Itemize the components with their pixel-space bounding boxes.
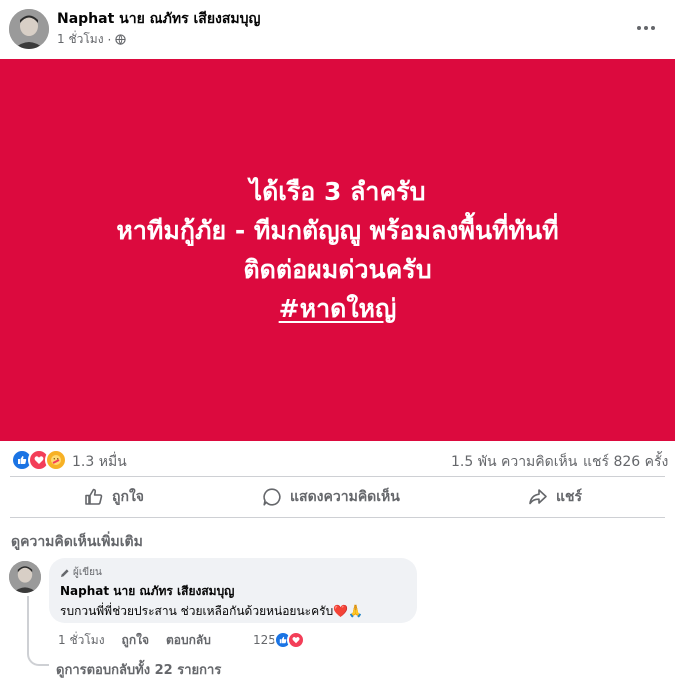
divider — [10, 476, 665, 477]
like-label: ถูกใจ — [112, 489, 144, 505]
author-badge: ผู้เขียน — [60, 565, 102, 580]
comment-body: รบกวนพี่พี่ช่วยประสาน ช่วยเหลือกันด้วยหน… — [60, 604, 334, 618]
divider — [10, 517, 665, 518]
comment-count[interactable]: 1.5 พัน ความคิดเห็น — [451, 451, 577, 473]
post-banner[interactable]: ได้เรือ 3 ลำครับ หาทีมกู้ภัย - ทีมกตัญญู… — [0, 59, 675, 441]
post-meta: 1 ชั่วโมง · — [57, 30, 127, 49]
post-header: Naphat นาย ณภัทร เสียงสมบุญ 1 ชั่วโมง · — [0, 0, 675, 58]
comment-text: รบกวนพี่พี่ช่วยประสาน ช่วยเหลือกันด้วยหน… — [60, 602, 363, 621]
author-badge-label: ผู้เขียน — [73, 567, 102, 578]
post-stats: 1.3 หมื่น 1.5 พัน ความคิดเห็น แชร์ 826 ค… — [0, 445, 675, 473]
pencil-icon — [61, 568, 69, 577]
share-arrow-icon — [529, 489, 547, 505]
comment-bubble-icon — [263, 488, 281, 506]
author-name[interactable]: Naphat นาย ณภัทร เสียงสมบุญ — [57, 8, 260, 30]
thread-line — [27, 596, 49, 666]
share-button[interactable]: แชร์ — [528, 481, 582, 513]
like-button[interactable]: ถูกใจ — [84, 481, 144, 513]
comment-label: แสดงความคิดเห็น — [290, 489, 400, 505]
banner-line-1: ได้เรือ 3 ลำครับ — [249, 177, 426, 206]
banner-line-3: ติดต่อผมด่วนครับ — [243, 255, 432, 284]
comment-bubble: ผู้เขียน Naphat นาย ณภัทร เสียงสมบุญ รบก… — [49, 558, 417, 623]
thumbs-up-icon — [85, 488, 103, 505]
post-time[interactable]: 1 ชั่วโมง — [57, 30, 104, 49]
comment-meta: 1 ชั่วโมง ถูกใจ ตอบกลับ — [58, 631, 228, 650]
globe-icon — [115, 34, 127, 45]
comment-like-button[interactable]: ถูกใจ — [122, 631, 149, 650]
reaction-count[interactable]: 1.3 หมื่น — [72, 451, 127, 473]
author-avatar[interactable] — [9, 9, 49, 49]
comment-reaction-count: 125 — [253, 633, 276, 647]
view-replies-link[interactable]: ดูการตอบกลับทั้ง 22 รายการ — [56, 659, 221, 680]
ellipsis-icon[interactable] — [632, 14, 660, 42]
view-more-comments[interactable]: ดูความคิดเห็นเพิ่มเติม — [11, 531, 143, 553]
share-count[interactable]: แชร์ 826 ครั้ง — [583, 451, 668, 473]
comment-reply-button[interactable]: ตอบกลับ — [166, 631, 211, 650]
comment-emoji: ❤️🙏 — [333, 604, 364, 618]
comment-reactions[interactable]: 125 — [253, 631, 305, 649]
hashtag-link[interactable]: #หาดใหญ่ — [279, 289, 397, 328]
comment-button[interactable]: แสดงความคิดเห็น — [262, 481, 400, 513]
commenter-avatar[interactable] — [9, 561, 41, 593]
action-bar: ถูกใจ แสดงความคิดเห็น แชร์ — [0, 481, 675, 513]
love-icon — [286, 631, 305, 649]
share-label: แชร์ — [556, 489, 583, 505]
comment-time[interactable]: 1 ชั่วโมง — [58, 631, 105, 650]
banner-line-2: หาทีมกู้ภัย - ทีมกตัญญู พร้อมลงพื้นที่ทั… — [116, 216, 559, 245]
comment-author[interactable]: Naphat นาย ณภัทร เสียงสมบุญ — [60, 582, 234, 601]
reaction-summary[interactable] — [11, 449, 67, 471]
care-icon — [45, 449, 67, 471]
